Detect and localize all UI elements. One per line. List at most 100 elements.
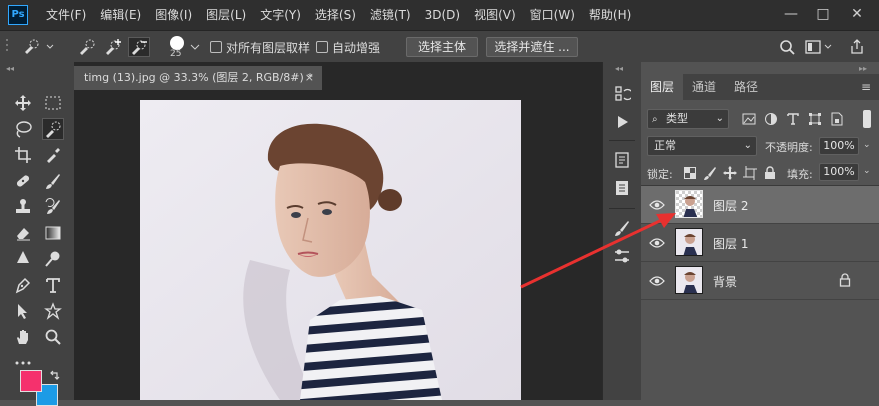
tab-layers[interactable]: 图层 xyxy=(641,74,683,100)
stamp-icon xyxy=(16,199,30,213)
brush-settings-icon[interactable] xyxy=(612,218,632,238)
filter-smart-object-icon[interactable] xyxy=(829,111,845,127)
swap-colors-icon[interactable] xyxy=(48,368,62,382)
menu-3d[interactable]: 3D(D) xyxy=(425,0,460,30)
search-icon[interactable] xyxy=(776,37,798,57)
zoom-tool[interactable] xyxy=(42,326,64,348)
lock-position-icon[interactable] xyxy=(723,166,737,180)
menu-window[interactable]: 窗口(W) xyxy=(530,0,575,30)
blur-tool[interactable] xyxy=(12,248,34,270)
blend-mode-value: 正常 xyxy=(654,139,676,152)
type-t-icon xyxy=(46,278,60,293)
healing-brush-tool[interactable] xyxy=(12,170,34,192)
layer-name[interactable]: 图层 2 xyxy=(713,197,748,214)
history-panel-icon[interactable] xyxy=(612,84,632,104)
eyedropper-icon xyxy=(47,148,60,163)
layer-row-background[interactable]: 背景 xyxy=(641,262,879,300)
lasso-tool[interactable] xyxy=(12,118,34,140)
filter-shape-icon[interactable] xyxy=(807,111,823,127)
brush-preview-dot[interactable] xyxy=(170,36,184,50)
collapse-toolbar-icon[interactable]: ◂◂ xyxy=(6,64,14,73)
subtract-from-selection-button[interactable] xyxy=(128,37,150,57)
select-and-mask-button[interactable]: 选择并遮住 ... xyxy=(486,37,578,57)
menu-image[interactable]: 图像(I) xyxy=(155,0,192,30)
path-selection-tool[interactable] xyxy=(12,300,34,322)
close-document-icon[interactable]: × xyxy=(305,66,314,90)
close-window-button[interactable]: ✕ xyxy=(842,0,872,30)
foreground-color-swatch[interactable] xyxy=(20,370,42,392)
document-tab[interactable]: timg (13).jpg @ 33.3% (图层 2, RGB/8#) * × xyxy=(74,66,322,90)
clone-stamp-tool[interactable] xyxy=(12,196,34,218)
filter-toggle-switch[interactable] xyxy=(863,110,871,128)
select-subject-button[interactable]: 选择主体 xyxy=(406,37,478,57)
layer-filter-select[interactable]: ⌕ 类型 ⌄ xyxy=(647,109,729,129)
properties-panel-icon[interactable] xyxy=(612,150,632,170)
opacity-input[interactable]: 100% xyxy=(819,137,859,155)
history-brush-tool[interactable] xyxy=(42,196,64,218)
chevron-down-icon[interactable]: ⌄ xyxy=(863,140,871,150)
crop-tool[interactable] xyxy=(12,144,34,166)
tool-preset-picker[interactable] xyxy=(20,37,56,57)
dodge-tool[interactable] xyxy=(42,248,64,270)
hand-tool[interactable] xyxy=(12,326,34,348)
menu-layer[interactable]: 图层(L) xyxy=(206,0,246,30)
chevron-down-icon[interactable]: ⌄ xyxy=(863,166,871,176)
sample-all-layers-checkbox[interactable] xyxy=(210,41,222,53)
tools-panel: ◂◂ xyxy=(0,62,75,400)
quick-selection-tool[interactable] xyxy=(42,118,64,140)
brush-tool[interactable] xyxy=(42,170,64,192)
marquee-tool[interactable] xyxy=(42,92,64,114)
lock-transparent-icon[interactable] xyxy=(683,166,697,180)
eye-icon[interactable] xyxy=(649,235,665,251)
menu-filter[interactable]: 滤镜(T) xyxy=(370,0,411,30)
menu-type[interactable]: 文字(Y) xyxy=(260,0,301,30)
layer-name[interactable]: 背景 xyxy=(713,273,737,290)
menu-select[interactable]: 选择(S) xyxy=(315,0,356,30)
type-tool[interactable] xyxy=(42,274,64,296)
eye-icon[interactable] xyxy=(649,273,665,289)
tab-paths[interactable]: 路径 xyxy=(725,74,767,100)
gradient-tool[interactable] xyxy=(42,222,64,244)
layer-name[interactable]: 图层 1 xyxy=(713,235,748,252)
minimize-button[interactable]: — xyxy=(776,0,806,30)
eyedropper-tool[interactable] xyxy=(42,144,64,166)
notes-panel-icon[interactable] xyxy=(612,178,632,198)
filter-pixel-icon[interactable] xyxy=(741,111,757,127)
actions-play-icon[interactable] xyxy=(612,112,632,132)
lock-image-pixels-icon[interactable] xyxy=(703,166,717,180)
lock-all-icon[interactable] xyxy=(763,166,777,180)
collapse-strip-icon[interactable]: ◂◂ xyxy=(615,64,623,73)
brush-minus-icon xyxy=(132,40,147,55)
eraser-tool[interactable] xyxy=(12,222,34,244)
adjustments-sliders-icon[interactable] xyxy=(612,246,632,266)
photoshop-logo: Ps xyxy=(8,5,28,25)
filter-type-icon[interactable] xyxy=(785,111,801,127)
menu-file[interactable]: 文件(F) xyxy=(46,0,86,30)
menu-edit[interactable]: 编辑(E) xyxy=(100,0,141,30)
shape-tool[interactable] xyxy=(42,300,64,322)
add-to-selection-button[interactable] xyxy=(102,37,124,57)
layer-row-layer-1[interactable]: 图层 1 xyxy=(641,224,879,262)
blend-mode-select[interactable]: 正常 ⌄ xyxy=(647,136,757,156)
brush-picker-chevron-icon[interactable] xyxy=(188,37,202,57)
filter-adjustment-icon[interactable] xyxy=(763,111,779,127)
pen-tool[interactable] xyxy=(12,274,34,296)
layer-row-layer-2[interactable]: 图层 2 xyxy=(641,186,879,224)
fill-input[interactable]: 100% xyxy=(819,163,859,181)
menu-help[interactable]: 帮助(H) xyxy=(589,0,631,30)
panel-menu-icon[interactable]: ≡ xyxy=(861,80,871,94)
share-icon[interactable] xyxy=(846,37,868,57)
tab-channels[interactable]: 通道 xyxy=(683,74,725,100)
image-canvas[interactable] xyxy=(140,100,521,400)
move-tool[interactable] xyxy=(12,92,34,114)
eye-icon[interactable] xyxy=(649,197,665,213)
history-brush-icon xyxy=(45,198,60,214)
maximize-button[interactable]: □ xyxy=(808,0,838,30)
workspace-switcher-icon[interactable] xyxy=(804,37,834,57)
auto-enhance-checkbox[interactable] xyxy=(316,41,328,53)
new-selection-brush-button[interactable] xyxy=(76,37,98,57)
collapse-panel-icon[interactable]: ▸▸ xyxy=(859,64,867,73)
menu-view[interactable]: 视图(V) xyxy=(474,0,516,30)
lock-artboard-icon[interactable] xyxy=(743,166,757,180)
portrait-photo xyxy=(140,100,521,400)
